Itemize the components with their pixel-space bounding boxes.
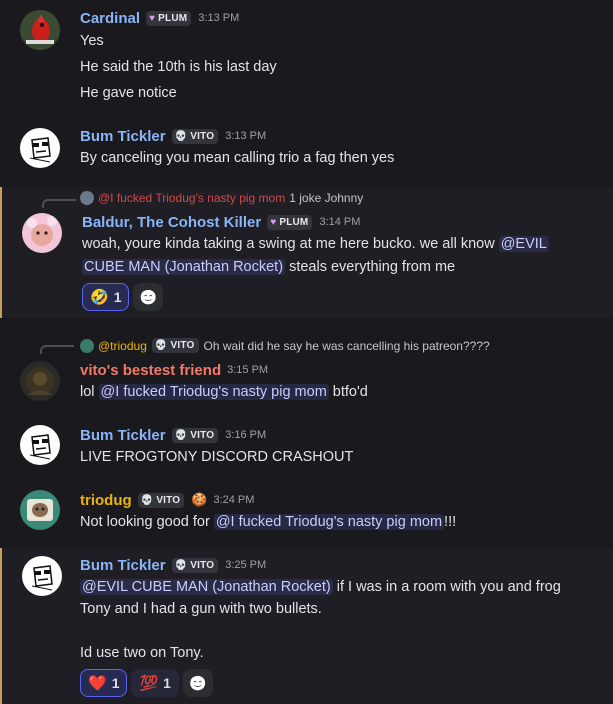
- role-tag: 💀 VITO: [171, 128, 219, 144]
- skull-icon: 💀: [174, 130, 188, 142]
- skull-icon: 💀: [174, 559, 188, 571]
- add-reaction-button[interactable]: 😊: [182, 669, 213, 697]
- reply-mention[interactable]: @I fucked Triodug's nasty pig mom: [98, 191, 285, 205]
- reaction-count: 1: [111, 675, 120, 691]
- role-tag-label: VITO: [170, 340, 195, 351]
- role-tag-label: VITO: [190, 130, 215, 142]
- timestamp: 3:15 PM: [227, 364, 269, 376]
- text-fragment: woah, youre kinda taking a swing at me h…: [82, 236, 499, 252]
- message-text: He gave notice: [80, 85, 177, 101]
- reaction-count: 1: [163, 675, 171, 691]
- timestamp: 3:25 PM: [225, 559, 267, 571]
- reply-mention[interactable]: @triodug: [98, 339, 147, 353]
- avatar-triodug[interactable]: [20, 490, 60, 530]
- user-mention[interactable]: @I fucked Triodug's nasty pig mom: [213, 514, 445, 530]
- reply-preview[interactable]: @triodug 💀 VITO Oh wait did he say he was…: [80, 338, 490, 353]
- user-mention[interactable]: @EVIL: [498, 236, 549, 252]
- avatar-baldur[interactable]: [22, 213, 62, 253]
- message-text: woah, youre kinda taking a swing at me h…: [82, 234, 549, 254]
- message-bum-tickler: Bum Tickler 💀 VITO 3:25 PM @EVIL CUBE MAN…: [0, 548, 613, 704]
- text-fragment: !!!: [444, 514, 457, 530]
- reply-text: Oh wait did he say he was cancelling his…: [203, 338, 490, 353]
- role-tag-label: VITO: [190, 429, 215, 441]
- role-tag: 💀 VITO: [137, 492, 185, 508]
- avatar-bum-tickler[interactable]: [22, 556, 62, 596]
- message-bum-tickler: Bum Tickler 💀 VITO 3:13 PM By canceling y…: [0, 118, 613, 172]
- message-text: Not looking good for @I fucked Triodug's…: [80, 512, 456, 532]
- role-tag-label: PLUM: [279, 216, 309, 228]
- heart-icon: ♥: [270, 216, 277, 228]
- timestamp: 3:16 PM: [225, 429, 267, 441]
- message-cardinal: Cardinal ♥ PLUM 3:13 PM Yes He said the 1…: [0, 0, 613, 101]
- message-text: Id use two on Tony.: [80, 645, 204, 661]
- role-tag: 💀 VITO: [171, 557, 219, 573]
- message-baldur: @I fucked Triodug's nasty pig mom 1 joke…: [0, 187, 613, 318]
- message-text: He said the 10th is his last day: [80, 59, 277, 75]
- message-text: Tony and I had a gun with two bullets.: [80, 601, 322, 617]
- reply-spine: [42, 199, 76, 208]
- username[interactable]: Bum Tickler: [80, 557, 166, 574]
- hundred-emoji-icon: 💯: [139, 675, 159, 692]
- message-bum-tickler: Bum Tickler 💀 VITO 3:16 PM LIVE FROGTONY …: [0, 415, 613, 471]
- avatar-bum-tickler[interactable]: [20, 425, 60, 465]
- reaction-rofl[interactable]: 🤣 1: [82, 283, 130, 311]
- role-tag-label: PLUM: [158, 12, 188, 24]
- username[interactable]: Bum Tickler: [80, 128, 166, 145]
- smiley-icon: 😊: [139, 288, 158, 305]
- smiley-icon: 😊: [189, 674, 207, 691]
- role-tag: ♥ PLUM: [146, 10, 192, 26]
- avatar-vitos-bestest-friend[interactable]: [20, 361, 60, 401]
- timestamp: 3:14 PM: [319, 216, 361, 228]
- add-reaction-button[interactable]: 😊: [133, 283, 164, 311]
- username[interactable]: Baldur, The Cohost Killer: [82, 214, 261, 231]
- user-mention[interactable]: @EVIL CUBE MAN (Jonathan Rocket): [80, 579, 333, 595]
- reaction-heart[interactable]: ❤️ 1: [80, 669, 128, 697]
- rofl-emoji-icon: 🤣: [90, 289, 109, 306]
- message-text: LIVE FROGTONY DISCORD CRASHOUT: [80, 449, 354, 465]
- user-mention[interactable]: @I fucked Triodug's nasty pig mom: [98, 384, 329, 400]
- username[interactable]: vito's bestest friend: [80, 362, 221, 379]
- text-fragment: if I was in a room with you and frog: [332, 579, 561, 595]
- reply-avatar: [80, 191, 94, 205]
- message-text: @EVIL CUBE MAN (Jonathan Rocket) if I wa…: [80, 577, 561, 597]
- message-text: CUBE MAN (Jonathan Rocket) steals everyt…: [82, 257, 455, 277]
- avatar-bum-tickler[interactable]: [20, 128, 60, 168]
- reaction-count: 1: [113, 289, 122, 305]
- skull-icon: 💀: [140, 494, 154, 506]
- reply-avatar: [80, 338, 94, 353]
- user-mention[interactable]: CUBE MAN (Jonathan Rocket): [82, 259, 286, 275]
- skull-icon: 💀: [174, 429, 188, 441]
- message-text: lol @I fucked Triodug's nasty pig mom bt…: [80, 382, 368, 402]
- heart-emoji-icon: ❤️: [88, 675, 107, 692]
- reply-preview[interactable]: @I fucked Triodug's nasty pig mom 1 joke…: [80, 191, 363, 205]
- reactions: ❤️ 1 💯 1 😊: [80, 669, 213, 697]
- message-text: Yes: [80, 33, 104, 49]
- role-tag-label: VITO: [156, 494, 181, 506]
- reactions: 🤣 1 😊: [82, 283, 164, 311]
- text-fragment: steals everything from me: [285, 259, 456, 275]
- skull-icon: 💀: [154, 340, 168, 351]
- message-vitos-bestest-friend: @triodug 💀 VITO Oh wait did he say he was…: [0, 336, 613, 411]
- heart-icon: ♥: [149, 12, 156, 24]
- message-triodug: triodug 💀 VITO 🍪 3:24 PM Not looking good…: [0, 480, 613, 538]
- avatar-cardinal[interactable]: [20, 10, 60, 50]
- role-tag: ♥ PLUM: [267, 214, 313, 230]
- role-tag: 💀 VITO: [151, 338, 199, 353]
- reply-spine: [40, 345, 74, 354]
- role-tag: 💀 VITO: [171, 427, 219, 443]
- username[interactable]: triodug: [80, 492, 132, 509]
- message-text: By canceling you mean calling trio a fag…: [80, 150, 395, 166]
- timestamp: 3:13 PM: [225, 130, 267, 142]
- role-tag-label: VITO: [190, 559, 215, 571]
- reaction-hundred[interactable]: 💯 1: [131, 669, 179, 697]
- text-fragment: Not looking good for: [80, 514, 214, 530]
- timestamp: 3:13 PM: [198, 12, 240, 24]
- text-fragment: lol: [80, 384, 99, 400]
- reply-text: 1 joke Johnny: [289, 191, 364, 205]
- username[interactable]: Cardinal: [80, 10, 140, 27]
- timestamp: 3:24 PM: [213, 494, 255, 506]
- username[interactable]: Bum Tickler: [80, 427, 166, 444]
- text-fragment: btfo'd: [328, 384, 368, 400]
- cookie-badge-icon: 🍪: [191, 492, 208, 507]
